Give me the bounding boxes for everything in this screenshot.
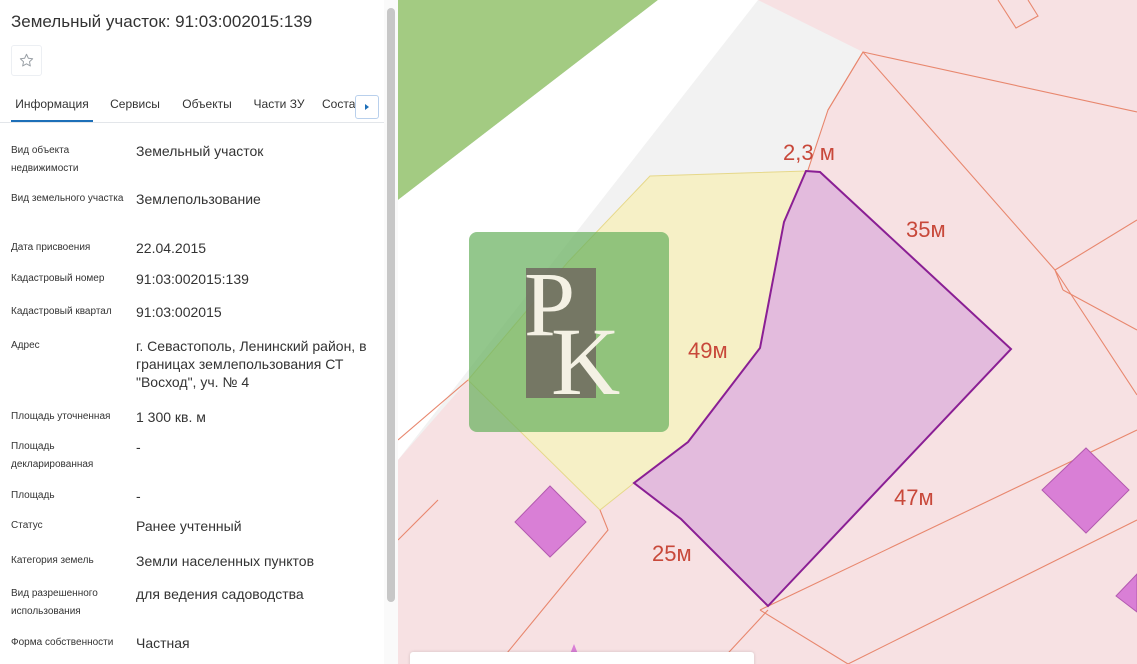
property-label: Площадь bbox=[11, 490, 55, 501]
caret-right-icon bbox=[365, 104, 369, 110]
property-value: Частная bbox=[136, 635, 190, 651]
property-value: для ведения садоводства bbox=[136, 586, 304, 602]
property-label: Кадастровый квартал bbox=[11, 306, 112, 317]
tab-bar: Информация Сервисы Объекты Части ЗУ Сост… bbox=[0, 88, 384, 123]
tab-objects[interactable]: Объекты bbox=[177, 88, 237, 122]
panel-title: Земельный участок: 91:03:002015:139 bbox=[11, 12, 313, 31]
cadastral-map[interactable]: 2,3 м 35м 49м 47м 25м P K bbox=[398, 0, 1137, 664]
dimension-label: 35м bbox=[906, 217, 946, 242]
property-value: 91:03:002015:139 bbox=[136, 271, 249, 287]
property-value: Земельный участок bbox=[136, 143, 264, 159]
logo-letter: K bbox=[551, 308, 621, 415]
dimension-label: 49м bbox=[688, 338, 728, 363]
tab-parts[interactable]: Части ЗУ bbox=[249, 88, 309, 122]
map-bottom-widget[interactable] bbox=[410, 652, 754, 664]
property-label: Дата присвоения bbox=[11, 242, 91, 253]
property-label: Площадь уточненная bbox=[11, 411, 111, 422]
tab-information[interactable]: Информация bbox=[11, 88, 93, 122]
property-label: Вид разрешенного использования bbox=[11, 588, 98, 617]
property-value: Землепользование bbox=[136, 191, 261, 207]
tab-services[interactable]: Сервисы bbox=[106, 88, 164, 122]
property-label: Кадастровый номер bbox=[11, 273, 105, 284]
property-value: 1 300 кв. м bbox=[136, 409, 206, 425]
dimension-label: 25м bbox=[652, 541, 692, 566]
panel-scrollbar-thumb[interactable] bbox=[387, 8, 395, 602]
tabs-scroll-right-button[interactable] bbox=[355, 95, 379, 119]
favorite-button[interactable] bbox=[11, 45, 42, 76]
watermark-logo: P K bbox=[469, 232, 669, 432]
dimension-label: 47м bbox=[894, 485, 934, 510]
property-label: Площадь декларированная bbox=[11, 441, 94, 470]
property-label: Статус bbox=[11, 520, 43, 531]
dimension-label: 2,3 м bbox=[783, 140, 835, 165]
property-value: - bbox=[136, 488, 141, 504]
property-label: Вид земельного участка bbox=[11, 193, 124, 204]
property-label: Форма собственности bbox=[11, 637, 114, 648]
property-value: г. Севастополь, Ленинский район, в грани… bbox=[136, 338, 367, 390]
property-value: - bbox=[136, 439, 141, 455]
property-label: Вид объекта недвижимости bbox=[11, 145, 79, 174]
property-label: Адрес bbox=[11, 340, 40, 351]
property-value: Земли населенных пунктов bbox=[136, 553, 315, 569]
property-label: Категория земель bbox=[11, 555, 94, 566]
info-panel: Земельный участок: 91:03:002015:139 Инфо… bbox=[0, 0, 398, 664]
star-icon bbox=[19, 53, 34, 67]
property-value: 91:03:002015 bbox=[136, 304, 222, 320]
property-value: Ранее учтенный bbox=[136, 518, 242, 534]
property-value: 22.04.2015 bbox=[136, 240, 207, 256]
